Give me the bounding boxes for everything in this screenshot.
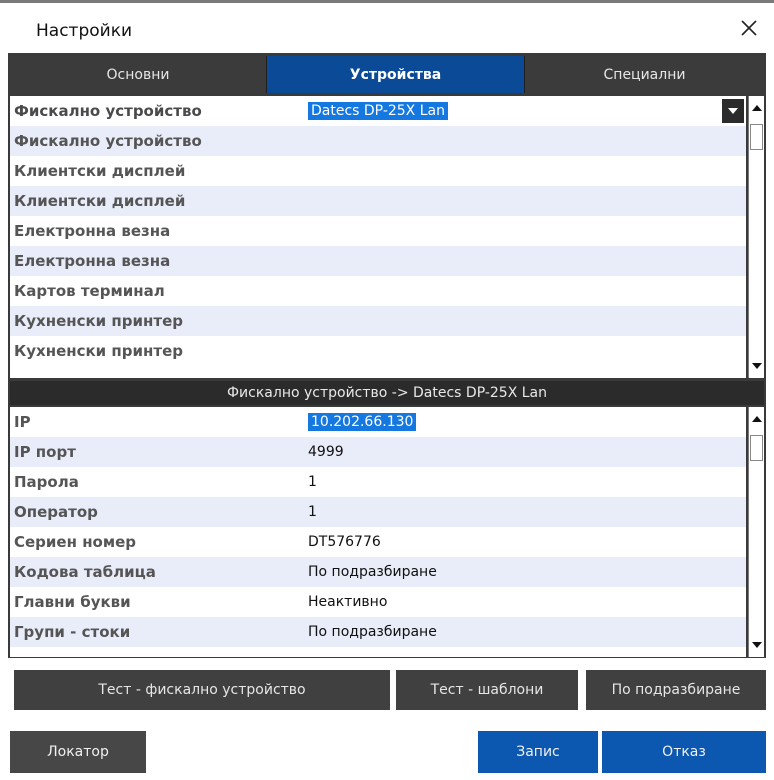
device-select[interactable]: Datecs DP-25X Lan (308, 102, 746, 120)
device-label: Кухненски принтер (14, 312, 183, 330)
test-templates-button[interactable]: Тест - шаблони (396, 670, 578, 710)
property-label: Главни букви (14, 593, 131, 611)
close-button[interactable] (734, 13, 764, 43)
property-row-operator[interactable]: Оператор 1 (10, 497, 746, 527)
devices-scrollbar[interactable] (748, 96, 764, 378)
property-label: IP (14, 413, 31, 431)
device-label: Клиентски дисплей (14, 192, 186, 210)
device-row-display-1[interactable]: Клиентски дисплей (10, 156, 746, 186)
properties-scrollbar[interactable] (748, 407, 764, 657)
tab-special[interactable]: Специални (524, 56, 764, 93)
property-value[interactable]: Неактивно (308, 594, 746, 610)
property-value-input[interactable]: 10.202.66.130 (308, 413, 746, 431)
property-value[interactable]: 1 (308, 474, 746, 490)
scroll-thumb[interactable] (750, 435, 763, 461)
property-value[interactable]: 4999 (308, 444, 746, 460)
device-label: Фискално устройство (14, 102, 202, 120)
property-value[interactable]: DT576776 (308, 534, 746, 550)
device-row-fiscal-1[interactable]: Фискално устройство Datecs DP-25X Lan (10, 96, 746, 126)
device-row-scale-2[interactable]: Електронна везна (10, 246, 746, 276)
device-dropdown-button[interactable] (722, 99, 744, 123)
save-button[interactable]: Запис (478, 731, 598, 773)
property-row-capitals[interactable]: Главни букви Неактивно (10, 587, 746, 617)
tab-basic[interactable]: Основни (10, 56, 266, 93)
device-row-scale-1[interactable]: Електронна везна (10, 216, 746, 246)
close-icon (741, 20, 757, 36)
device-label: Кухненски принтер (14, 342, 183, 360)
property-row-ip[interactable]: IP 10.202.66.130 (10, 407, 746, 437)
title-bar: Настройки (0, 3, 774, 53)
tab-strip: Основни Устройства Специални (10, 56, 764, 93)
property-value: 10.202.66.130 (308, 413, 417, 431)
property-row-password[interactable]: Парола 1 (10, 467, 746, 497)
device-row-fiscal-2[interactable]: Фискално устройство (10, 126, 746, 156)
scroll-down-icon[interactable] (752, 363, 762, 369)
device-label: Картов терминал (14, 282, 165, 300)
locator-button[interactable]: Локатор (10, 731, 146, 773)
property-value[interactable]: 1 (308, 504, 746, 520)
property-value[interactable]: По подразбиране (308, 624, 746, 640)
dropdown-arrow-icon (728, 108, 738, 114)
device-row-kitchen-printer-2[interactable]: Кухненски принтер (10, 336, 746, 366)
section-header: Фискално устройство -> Datecs DP-25X Lan (10, 381, 764, 405)
device-label: Електронна везна (14, 252, 171, 270)
property-row-code-table[interactable]: Кодова таблица По подразбиране (10, 557, 746, 587)
device-label: Електронна везна (14, 222, 171, 240)
property-row-groups[interactable]: Групи - стоки По подразбиране (10, 617, 746, 647)
device-row-card-terminal[interactable]: Картов терминал (10, 276, 746, 306)
tab-devices[interactable]: Устройства (266, 56, 524, 93)
property-label: Оператор (14, 503, 98, 521)
window-title: Настройки (36, 21, 133, 41)
default-button[interactable]: По подразбиране (586, 670, 766, 710)
device-row-display-2[interactable]: Клиентски дисплей (10, 186, 746, 216)
device-label: Фискално устройство (14, 132, 202, 150)
property-value[interactable]: По подразбиране (308, 564, 746, 580)
property-row-serial[interactable]: Сериен номер DT576776 (10, 527, 746, 557)
scroll-up-icon[interactable] (752, 105, 762, 111)
property-label: Сериен номер (14, 533, 137, 551)
properties-grid: IP 10.202.66.130 IP порт 4999 Парола 1 О… (10, 407, 746, 657)
scroll-up-icon[interactable] (752, 416, 762, 422)
devices-grid: Фискално устройство Datecs DP-25X Lan Фи… (10, 96, 746, 378)
cancel-button[interactable]: Отказ (602, 731, 766, 773)
property-label: Кодова таблица (14, 563, 156, 581)
test-fiscal-button[interactable]: Тест - фискално устройство (14, 670, 390, 710)
device-selected-value: Datecs DP-25X Lan (308, 102, 448, 120)
scroll-down-icon[interactable] (752, 642, 762, 648)
device-label: Клиентски дисплей (14, 162, 186, 180)
property-row-ip-port[interactable]: IP порт 4999 (10, 437, 746, 467)
scroll-thumb[interactable] (750, 124, 763, 150)
property-label: Групи - стоки (14, 623, 131, 641)
device-row-kitchen-printer-1[interactable]: Кухненски принтер (10, 306, 746, 336)
property-label: Парола (14, 473, 79, 491)
property-label: IP порт (14, 443, 76, 461)
